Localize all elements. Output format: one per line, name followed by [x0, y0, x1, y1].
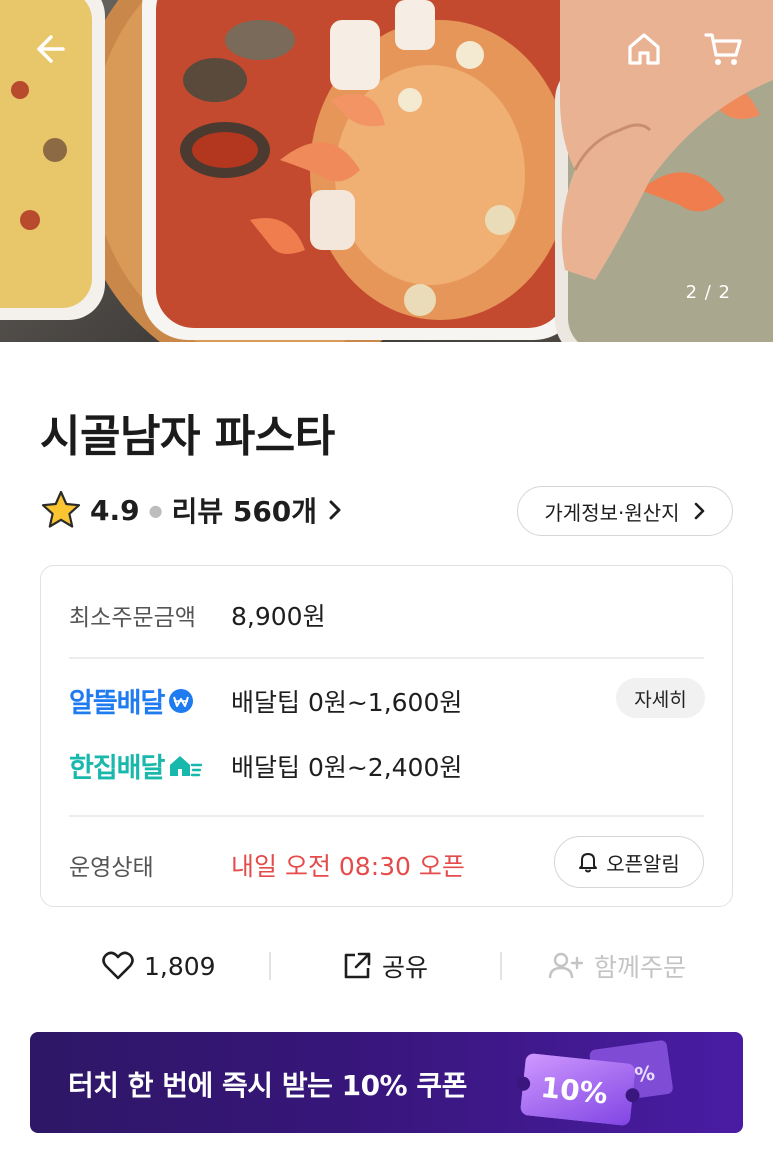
- chevron-right-icon: [694, 502, 704, 520]
- star-icon: [41, 490, 81, 528]
- coupon-badge-text: 10%: [539, 1071, 609, 1111]
- open-alarm-label: 오픈알림: [606, 851, 680, 876]
- status-label: 운영상태: [69, 855, 154, 881]
- open-alarm-button[interactable]: 오픈알림: [554, 836, 704, 888]
- coupon-ticket-icon: % 10%: [516, 1040, 673, 1126]
- fast-home-icon: [170, 755, 203, 776]
- cart-button[interactable]: [700, 26, 746, 72]
- action-bar: 1,809 공유 함께주문: [40, 940, 733, 992]
- back-arrow-icon: [37, 35, 65, 63]
- home-icon: [628, 33, 660, 65]
- hanjip-delivery-brand: 한집배달: [69, 746, 203, 785]
- divider: [500, 952, 502, 980]
- share-button[interactable]: 공유: [342, 940, 428, 992]
- group-order-button[interactable]: 함께주문: [548, 940, 686, 992]
- separator-dot: ●: [148, 500, 163, 520]
- hero-image-carousel[interactable]: 2 / 2: [0, 0, 773, 342]
- cart-icon: [704, 33, 742, 65]
- chevron-right-icon: [329, 500, 341, 520]
- alddeul-delivery-tip: 배달팁 0원~1,600원: [231, 688, 463, 717]
- status-value: 내일 오전 08:30 오픈: [231, 852, 465, 881]
- rating-review-link[interactable]: 4.9 ● 리뷰 560개: [40, 488, 343, 532]
- won-badge-icon: [169, 688, 194, 713]
- like-button[interactable]: 1,809: [102, 940, 216, 992]
- review-count: 리뷰 560개: [171, 495, 318, 528]
- like-count: 1,809: [144, 951, 216, 981]
- add-person-icon: [548, 952, 584, 979]
- bell-icon: [579, 853, 598, 873]
- group-order-label: 함께주문: [594, 953, 687, 982]
- coupon-banner[interactable]: 터치 한 번에 즉시 받는 10% 쿠폰 % 10%: [30, 1032, 743, 1133]
- alddeul-delivery-brand: 알뜰배달: [69, 681, 194, 720]
- rating-value: 4.9: [90, 493, 140, 527]
- image-counter: 2 / 2: [685, 282, 731, 303]
- store-info-button[interactable]: 가게정보·원산지: [517, 486, 733, 536]
- svg-text:%: %: [633, 1061, 656, 1088]
- min-order-label: 최소주문금액: [69, 605, 196, 631]
- store-info-label: 가게정보·원산지: [544, 500, 680, 525]
- store-info-card: 최소주문금액 8,900원 알뜰배달 배달팁 0원~1,600원 자세히 한집배…: [40, 565, 733, 907]
- home-button[interactable]: [621, 26, 667, 72]
- hanjip-delivery-tip: 배달팁 0원~2,400원: [231, 753, 463, 782]
- store-name: 시골남자 파스타: [40, 411, 335, 462]
- heart-icon: [102, 951, 134, 980]
- min-order-value: 8,900원: [231, 602, 326, 631]
- share-icon: [344, 952, 371, 979]
- divider: [69, 657, 704, 659]
- delivery-detail-button[interactable]: 자세히: [616, 678, 705, 718]
- coupon-banner-text: 터치 한 번에 즉시 받는 10% 쿠폰: [68, 1069, 467, 1102]
- share-label: 공유: [382, 953, 429, 982]
- divider: [69, 815, 704, 817]
- divider: [269, 952, 271, 980]
- back-button[interactable]: [26, 26, 72, 72]
